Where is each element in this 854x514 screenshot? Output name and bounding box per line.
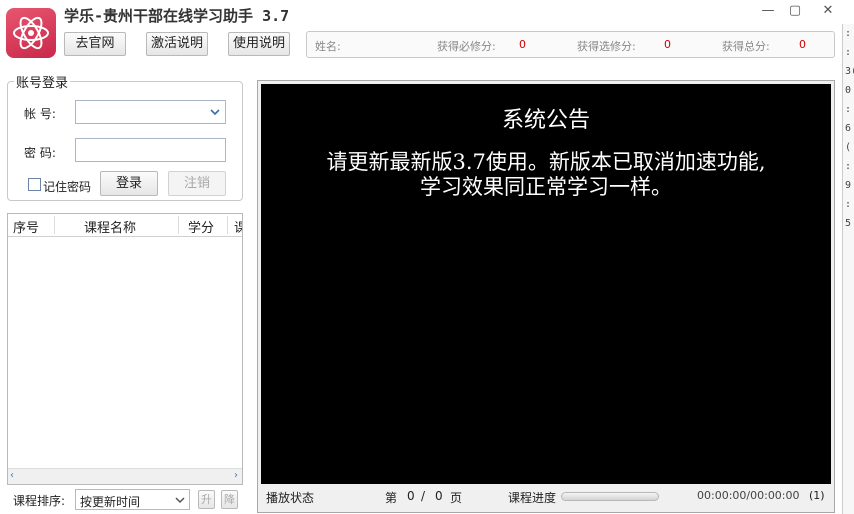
login-group-legend: 账号登录 <box>14 72 71 91</box>
total-score-label: 获得总分: <box>722 40 770 53</box>
activation-help-button[interactable]: 激活说明 <box>146 32 208 56</box>
notice-body: 请更新最新版3.7使用。新版本已取消加速功能, 学习效果同正常学习一样。 <box>261 150 831 200</box>
required-score-label: 获得必修分: <box>437 40 496 53</box>
background-strip-char: 9 <box>845 180 852 191</box>
maximize-icon[interactable]: ▢ <box>784 2 806 20</box>
name-label: 姓名: <box>315 40 341 53</box>
course-table-header: 序号 课程名称 学分 课 <box>8 214 242 237</box>
page-suffix: 页 <box>450 491 463 505</box>
video-screen[interactable]: 系统公告 请更新最新版3.7使用。新版本已取消加速功能, 学习效果同正常学习一样… <box>261 84 831 484</box>
page-current: 0 <box>407 489 415 503</box>
background-strip-char: ( <box>845 142 852 153</box>
sort-selected-value: 按更新时间 <box>80 495 141 509</box>
scroll-right-icon[interactable]: › <box>234 470 238 481</box>
close-icon[interactable]: ✕ <box>817 2 839 20</box>
column-course-name[interactable]: 课程名称 <box>84 217 136 236</box>
chevron-down-icon[interactable] <box>174 493 186 510</box>
notice-line-2: 学习效果同正常学习一样。 <box>420 175 672 199</box>
notice-title: 系统公告 <box>501 108 590 133</box>
sort-select[interactable]: 按更新时间 <box>75 489 190 510</box>
remember-password-label[interactable]: 记住密码 <box>43 178 91 195</box>
sort-descending-button[interactable]: 降 <box>221 490 238 509</box>
background-strip-char: 6 <box>845 123 852 134</box>
password-label: 密 码: <box>24 146 56 160</box>
page-separator: / <box>421 489 426 503</box>
page-prefix: 第 <box>385 491 398 505</box>
account-label: 帐 号: <box>24 107 56 121</box>
sort-ascending-button[interactable]: 升 <box>198 490 215 509</box>
elective-score-value: 0 <box>664 38 671 51</box>
column-credit[interactable]: 学分 <box>188 217 214 236</box>
playback-time: 00:00:00/00:00:00 <box>697 489 800 502</box>
remember-password-checkbox[interactable] <box>28 178 41 191</box>
chevron-down-icon[interactable] <box>209 105 221 119</box>
password-field[interactable] <box>75 138 226 162</box>
playback-badge: (1) <box>809 489 825 502</box>
atom-logo-icon <box>6 8 56 58</box>
background-strip-char: : <box>845 104 852 115</box>
background-strip-char: : <box>845 199 852 210</box>
elective-score-label: 获得选修分: <box>577 40 636 53</box>
background-strip-char: 5 <box>845 218 852 229</box>
website-button[interactable]: 去官网 <box>64 32 126 56</box>
logout-button[interactable]: 注销 <box>168 171 226 196</box>
column-truncated[interactable]: 课 <box>234 217 242 236</box>
background-strip-char: 3( <box>845 66 854 77</box>
column-index[interactable]: 序号 <box>13 217 39 236</box>
usage-help-button[interactable]: 使用说明 <box>228 32 290 56</box>
required-score-value: 0 <box>519 38 526 51</box>
background-strip-char: 0 <box>845 85 852 96</box>
sort-label: 课程排序: <box>13 494 66 508</box>
course-table[interactable]: 序号 课程名称 学分 课 ‹ › <box>7 213 243 485</box>
play-state-label: 播放状态 <box>266 491 315 505</box>
course-progress-label: 课程进度 <box>508 491 557 505</box>
minimize-icon[interactable]: — <box>757 2 779 20</box>
course-progress-bar <box>561 492 659 501</box>
total-score-value: 0 <box>799 38 806 51</box>
score-info-bar: 姓名: 获得必修分: 0 获得选修分: 0 获得总分: 0 <box>306 31 835 58</box>
scroll-left-icon[interactable]: ‹ <box>10 470 14 481</box>
horizontal-scrollbar[interactable]: ‹ › <box>8 468 242 484</box>
login-button[interactable]: 登录 <box>100 171 158 196</box>
background-strip-char: : <box>845 47 852 58</box>
background-strip-char: : <box>845 28 852 39</box>
window-title: 学乐-贵州干部在线学习助手 3.7 <box>64 7 290 25</box>
background-strip-char: : <box>845 161 852 172</box>
page-total: 0 <box>435 489 443 503</box>
player-status-bar: 播放状态 第 0 / 0 页 课程进度 00:00:00/00:00:00 (1… <box>261 486 831 510</box>
notice-line-1: 请更新最新版3.7使用。新版本已取消加速功能, <box>326 150 766 174</box>
account-combobox[interactable] <box>75 100 226 124</box>
background-window-strip: ::3(0:6(:9:5 <box>842 24 854 514</box>
